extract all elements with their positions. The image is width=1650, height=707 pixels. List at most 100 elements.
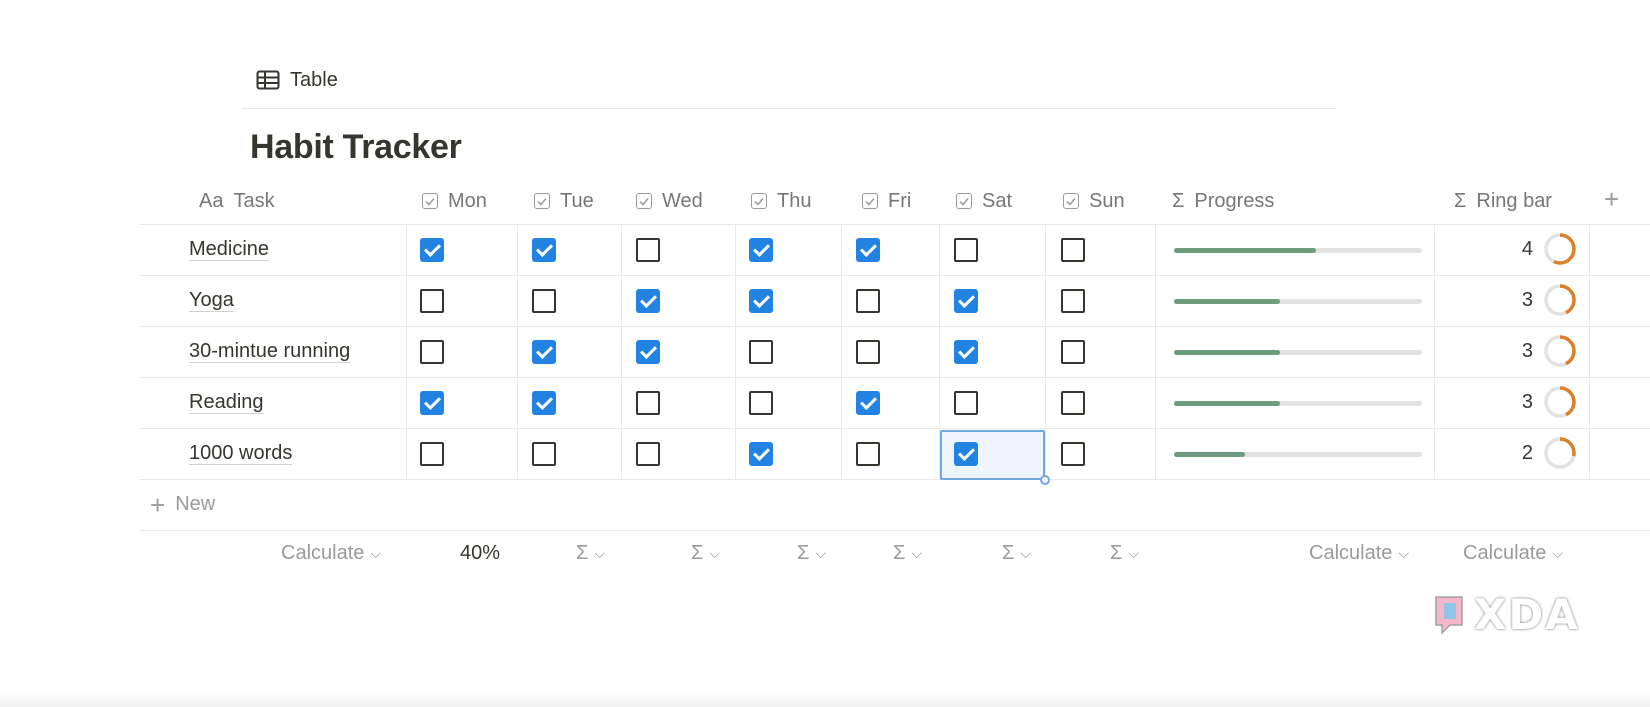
task-name[interactable]: Medicine xyxy=(189,238,270,261)
checkbox-tue[interactable] xyxy=(532,340,556,364)
checkbox-sun[interactable] xyxy=(1061,391,1085,415)
checkbox-fri[interactable] xyxy=(856,289,880,313)
progress-bar xyxy=(1174,299,1422,304)
calculate-fri[interactable]: Σ ⌵ xyxy=(893,542,922,565)
column-header-progress[interactable]: Σ Progress xyxy=(1172,178,1274,224)
checkbox-sat[interactable] xyxy=(954,340,978,364)
checkbox-tue[interactable] xyxy=(532,442,556,466)
checkbox-mon[interactable] xyxy=(420,391,444,415)
calculate-tue[interactable]: Σ ⌵ xyxy=(576,542,605,565)
row-divider xyxy=(139,224,1650,225)
calculate-progress[interactable]: Calculate ⌵ xyxy=(1309,542,1409,565)
checkbox-thu[interactable] xyxy=(749,442,773,466)
xda-watermark-logo: XDA xyxy=(1430,590,1580,639)
chevron-down-icon: ⌵ xyxy=(1552,545,1564,561)
calculate-wed[interactable]: Σ ⌵ xyxy=(691,542,720,565)
chevron-down-icon: ⌵ xyxy=(1398,545,1410,561)
column-header-sun[interactable]: Sun xyxy=(1063,178,1125,224)
column-header-wed[interactable]: Wed xyxy=(636,178,703,224)
chevron-down-icon: ⌵ xyxy=(911,545,922,561)
progress-ring xyxy=(1544,284,1576,316)
database-title[interactable]: Habit Tracker xyxy=(250,128,462,167)
new-row-button[interactable]: + New xyxy=(150,492,215,518)
checkbox-tue[interactable] xyxy=(532,289,556,313)
checkbox-thu[interactable] xyxy=(749,238,773,262)
sigma-icon: Σ xyxy=(1110,542,1123,564)
selection-drag-handle[interactable] xyxy=(1040,475,1050,485)
checkbox-thu[interactable] xyxy=(749,289,773,313)
checkbox-property-icon xyxy=(636,193,652,209)
chevron-down-icon: ⌵ xyxy=(594,545,605,561)
checkbox-mon[interactable] xyxy=(420,289,444,313)
checkbox-sat[interactable] xyxy=(954,442,978,466)
ring-value: 2 xyxy=(1521,442,1533,464)
view-tab-table[interactable]: Table xyxy=(256,66,338,94)
chevron-down-icon: ⌵ xyxy=(815,545,826,561)
checkbox-thu[interactable] xyxy=(749,391,773,415)
row-divider xyxy=(139,479,1650,480)
calculate-sun[interactable]: Σ ⌵ xyxy=(1110,542,1139,565)
column-header-task[interactable]: Aa Task xyxy=(199,178,275,224)
progress-ring xyxy=(1544,437,1576,469)
ring-value: 3 xyxy=(1521,340,1533,362)
checkbox-sun[interactable] xyxy=(1061,289,1085,313)
column-header-thu[interactable]: Thu xyxy=(751,178,811,224)
task-name[interactable]: 1000 words xyxy=(189,442,293,465)
column-header-ring-bar[interactable]: Σ Ring bar xyxy=(1454,178,1552,224)
checkbox-wed[interactable] xyxy=(636,442,660,466)
checkbox-sun[interactable] xyxy=(1061,442,1085,466)
calculate-task[interactable]: Calculate ⌵ xyxy=(281,542,381,565)
progress-bar-fill xyxy=(1174,350,1280,355)
ring-value: 4 xyxy=(1521,238,1533,260)
checkbox-fri[interactable] xyxy=(856,238,880,262)
column-divider xyxy=(1434,224,1435,479)
column-divider xyxy=(621,224,622,479)
column-header-mon[interactable]: Mon xyxy=(422,178,487,224)
row-divider xyxy=(139,428,1650,429)
checkbox-tue[interactable] xyxy=(532,238,556,262)
column-header-sat[interactable]: Sat xyxy=(956,178,1012,224)
checkbox-wed[interactable] xyxy=(636,340,660,364)
task-name[interactable]: Yoga xyxy=(189,289,234,312)
progress-ring xyxy=(1544,335,1576,367)
sigma-icon: Σ xyxy=(797,542,810,564)
column-divider xyxy=(1155,224,1156,479)
checkbox-mon[interactable] xyxy=(420,442,444,466)
checkbox-wed[interactable] xyxy=(636,238,660,262)
checkbox-fri[interactable] xyxy=(856,391,880,415)
checkbox-wed[interactable] xyxy=(636,289,660,313)
progress-bar-fill xyxy=(1174,401,1280,406)
calculate-thu[interactable]: Σ ⌵ xyxy=(797,542,826,565)
checkbox-tue[interactable] xyxy=(532,391,556,415)
calculate-ring-bar[interactable]: Calculate ⌵ xyxy=(1463,542,1563,565)
checkbox-sat[interactable] xyxy=(954,238,978,262)
checkbox-sun[interactable] xyxy=(1061,238,1085,262)
calculate-mon-value[interactable]: 40% xyxy=(460,542,500,565)
column-divider xyxy=(841,224,842,479)
column-divider xyxy=(1045,224,1046,479)
task-name[interactable]: 30-mintue running xyxy=(189,340,351,363)
table-icon xyxy=(256,70,280,90)
checkbox-sat[interactable] xyxy=(954,289,978,313)
column-header-tue[interactable]: Tue xyxy=(534,178,594,224)
text-property-icon: Aa xyxy=(199,189,224,212)
checkbox-sat[interactable] xyxy=(954,391,978,415)
checkbox-wed[interactable] xyxy=(636,391,660,415)
checkbox-mon[interactable] xyxy=(420,340,444,364)
progress-ring xyxy=(1544,233,1576,265)
sigma-icon: Σ xyxy=(691,542,704,564)
calculate-sat[interactable]: Σ ⌵ xyxy=(1002,542,1031,565)
checkbox-thu[interactable] xyxy=(749,340,773,364)
chevron-down-icon: ⌵ xyxy=(709,545,720,561)
checkbox-fri[interactable] xyxy=(856,340,880,364)
row-divider xyxy=(139,530,1650,531)
checkbox-sun[interactable] xyxy=(1061,340,1085,364)
checkbox-fri[interactable] xyxy=(856,442,880,466)
checkbox-mon[interactable] xyxy=(420,238,444,262)
column-header-fri[interactable]: Fri xyxy=(862,178,911,224)
progress-ring xyxy=(1544,386,1576,418)
row-divider xyxy=(139,326,1650,327)
task-name[interactable]: Reading xyxy=(189,391,264,414)
progress-bar xyxy=(1174,452,1422,457)
add-column-plus-icon[interactable]: + xyxy=(1604,186,1619,212)
